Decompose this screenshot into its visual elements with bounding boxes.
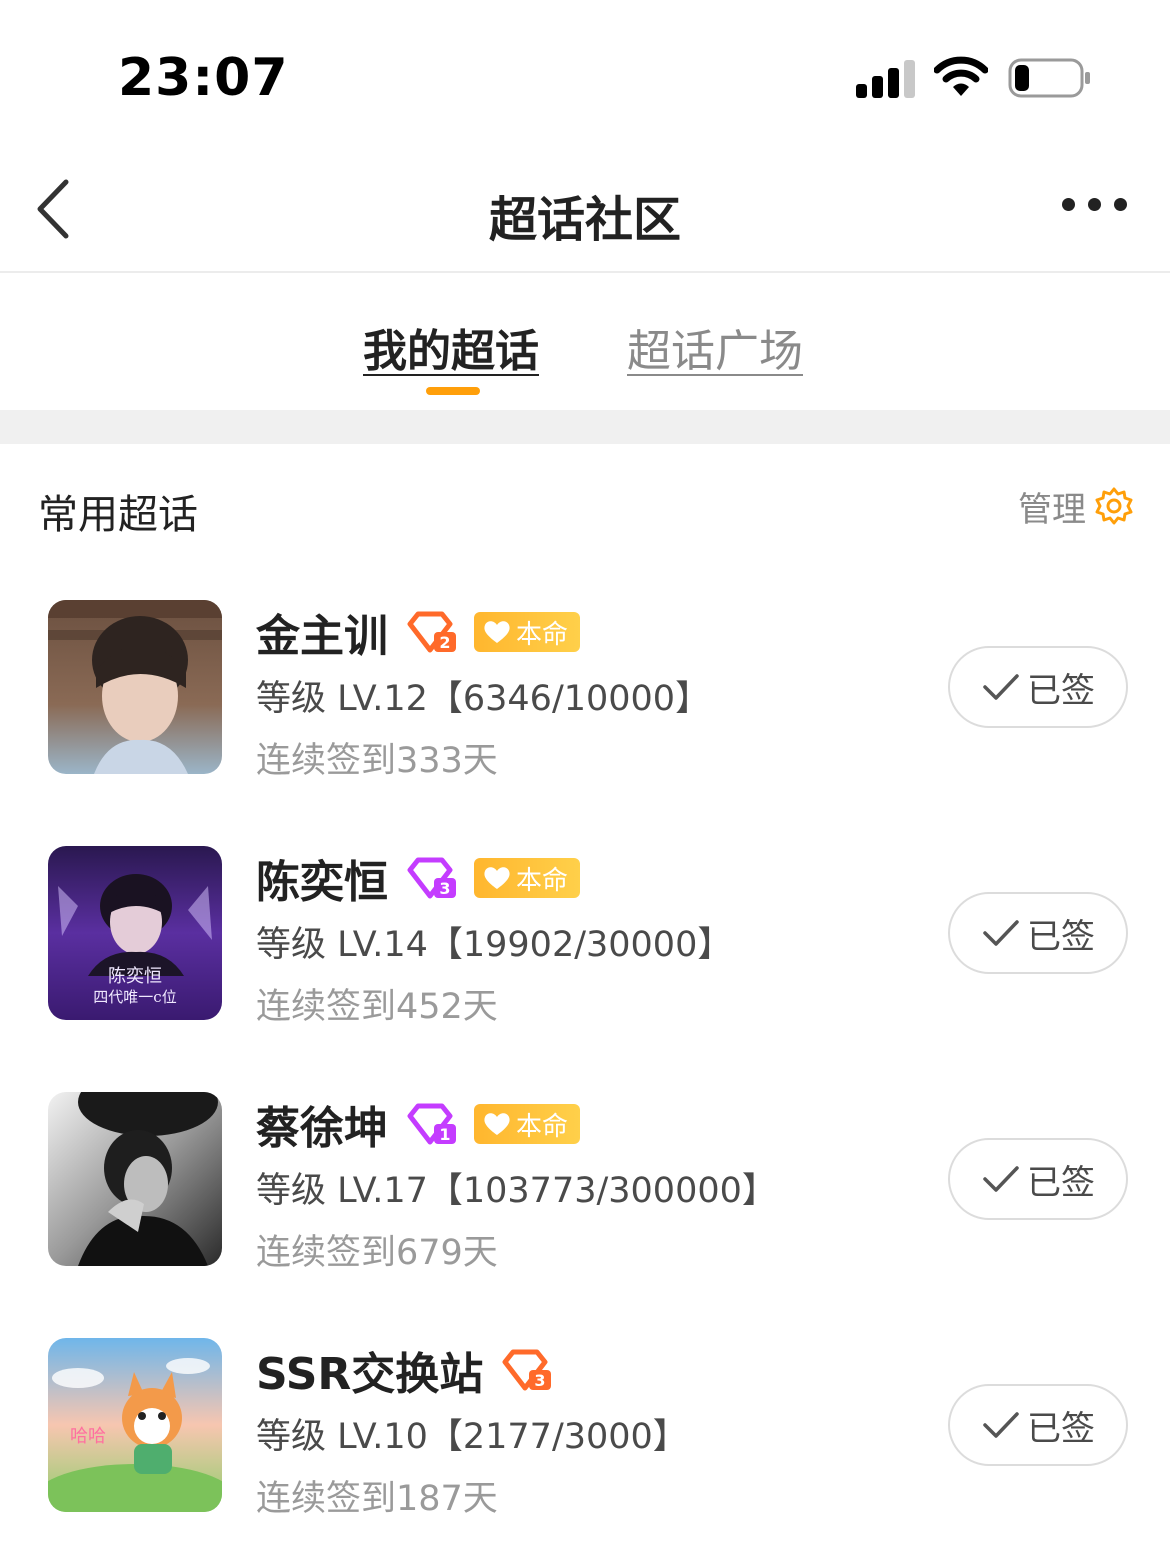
avatar bbox=[48, 600, 222, 774]
list-item[interactable]: 哈哈 SSR交换站 3 等级 LV.10【2177/3000】 连续签到187天… bbox=[0, 1338, 1170, 1559]
status-time: 23:07 bbox=[118, 48, 289, 108]
section-divider bbox=[0, 410, 1170, 444]
list-item[interactable]: 陈奕恒 四代唯一c位 陈奕恒 3 本命 等级 LV.14【19902/30000… bbox=[0, 846, 1170, 1092]
heart-icon bbox=[484, 621, 510, 643]
list-item[interactable]: 金主训 2 本命 等级 LV.12【6346/10000】 连续签到333天 已… bbox=[0, 600, 1170, 846]
svg-text:哈哈: 哈哈 bbox=[70, 1426, 106, 1447]
list-item[interactable]: 蔡徐坤 1 本命 等级 LV.17【103773/300000】 连续签到679… bbox=[0, 1092, 1170, 1338]
gem-level-icon: 3 bbox=[502, 1349, 552, 1391]
streak-text: 连续签到452天 bbox=[256, 987, 498, 1027]
gear-icon bbox=[1095, 487, 1133, 525]
wifi-icon bbox=[934, 56, 988, 96]
active-tab-indicator bbox=[426, 387, 480, 395]
item-title-row: 金主训 2 本命 bbox=[256, 604, 581, 662]
avatar: 哈哈 bbox=[48, 1338, 222, 1512]
supertopic-name: 陈奕恒 bbox=[256, 857, 388, 908]
svg-text:3: 3 bbox=[535, 1371, 546, 1390]
check-icon bbox=[983, 674, 1019, 700]
level-text: 等级 LV.12【6346/10000】 bbox=[256, 679, 711, 719]
tab-my-supertopics[interactable]: 我的超话 bbox=[363, 315, 539, 379]
benming-badge: 本命 bbox=[474, 858, 581, 898]
svg-text:3: 3 bbox=[439, 879, 450, 898]
item-title-row: SSR交换站 3 bbox=[256, 1342, 553, 1400]
signed-button[interactable]: 已签 bbox=[948, 892, 1128, 974]
supertopic-name: SSR交换站 bbox=[256, 1349, 484, 1400]
nav-bar: 超话社区 bbox=[0, 150, 1170, 273]
signed-button[interactable]: 已签 bbox=[948, 1384, 1128, 1466]
level-text: 等级 LV.14【19902/30000】 bbox=[256, 925, 733, 965]
supertopic-name: 金主训 bbox=[256, 611, 388, 662]
check-icon bbox=[983, 1412, 1019, 1438]
check-icon bbox=[983, 920, 1019, 946]
avatar bbox=[48, 1092, 222, 1266]
item-title-row: 陈奕恒 3 本命 bbox=[256, 850, 581, 908]
level-text: 等级 LV.10【2177/3000】 bbox=[256, 1417, 688, 1457]
check-icon bbox=[983, 1166, 1019, 1192]
streak-text: 连续签到187天 bbox=[256, 1479, 498, 1519]
tab-bar: 我的超话 超话广场 bbox=[0, 275, 1170, 410]
svg-text:四代唯一c位: 四代唯一c位 bbox=[93, 988, 176, 1006]
item-title-row: 蔡徐坤 1 本命 bbox=[256, 1096, 581, 1154]
battery-icon bbox=[1008, 58, 1090, 98]
svg-text:陈奕恒: 陈奕恒 bbox=[108, 966, 162, 987]
streak-text: 连续签到679天 bbox=[256, 1233, 498, 1273]
streak-text: 连续签到333天 bbox=[256, 741, 498, 781]
page-title: 超话社区 bbox=[488, 192, 681, 248]
heart-icon bbox=[484, 1113, 510, 1135]
svg-text:1: 1 bbox=[439, 1125, 450, 1144]
supertopic-name: 蔡徐坤 bbox=[256, 1103, 388, 1154]
gem-level-icon: 2 bbox=[407, 611, 456, 653]
signed-button[interactable]: 已签 bbox=[948, 646, 1128, 728]
more-icon[interactable] bbox=[1056, 194, 1132, 218]
status-bar: 23:07 bbox=[0, 0, 1170, 150]
gem-level-icon: 1 bbox=[407, 1103, 456, 1145]
svg-text:2: 2 bbox=[439, 633, 450, 652]
level-text: 等级 LV.17【103773/300000】 bbox=[256, 1171, 777, 1211]
benming-badge: 本命 bbox=[474, 612, 581, 652]
section-title: 常用超话 bbox=[38, 492, 198, 538]
tab-supertopic-square[interactable]: 超话广场 bbox=[627, 315, 803, 379]
avatar: 陈奕恒 四代唯一c位 bbox=[48, 846, 222, 1020]
gem-level-icon: 3 bbox=[407, 857, 456, 899]
manage-button[interactable]: 管理 bbox=[1018, 484, 1134, 530]
manage-label: 管理 bbox=[1018, 489, 1086, 530]
signed-button[interactable]: 已签 bbox=[948, 1138, 1128, 1220]
signal-icon bbox=[856, 58, 916, 98]
heart-icon bbox=[484, 867, 510, 889]
benming-badge: 本命 bbox=[474, 1104, 581, 1144]
